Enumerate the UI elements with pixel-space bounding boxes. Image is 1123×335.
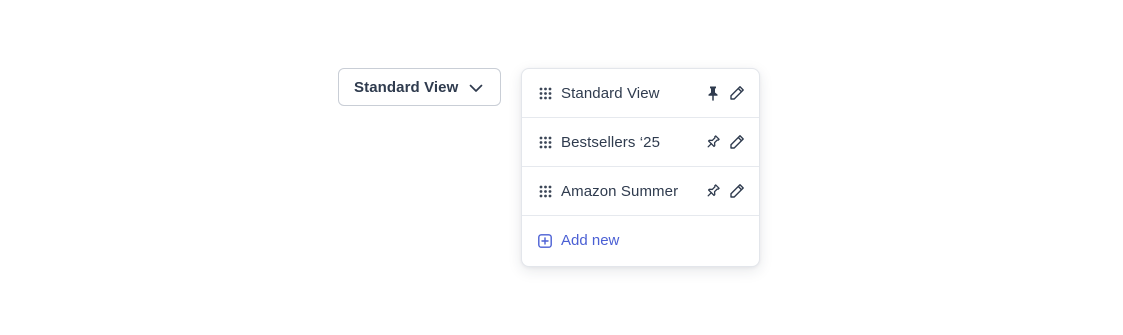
plus-square-icon — [538, 234, 552, 248]
menu-item-standard-view[interactable]: Standard View — [522, 69, 759, 118]
pin-outline-icon[interactable] — [705, 183, 721, 199]
menu-item-label: Bestsellers ‘25 — [561, 133, 661, 151]
pencil-icon[interactable] — [729, 85, 745, 101]
pencil-icon[interactable] — [729, 183, 745, 199]
drag-handle-icon[interactable] — [539, 87, 552, 100]
drag-handle-icon[interactable] — [539, 185, 552, 198]
pin-outline-icon[interactable] — [705, 134, 721, 150]
add-new-view-button[interactable]: Add new — [522, 216, 759, 265]
menu-item-bestsellers[interactable]: Bestsellers ‘25 — [522, 118, 759, 167]
page: Standard View Standard View Bestsellers … — [0, 0, 1123, 335]
pencil-icon[interactable] — [729, 134, 745, 150]
chevron-down-icon — [469, 82, 483, 94]
add-new-label: Add new — [561, 232, 620, 249]
pin-filled-icon[interactable] — [705, 85, 721, 101]
views-dropdown-menu: Standard View Bestsellers ‘25 Amazon Sum… — [521, 68, 760, 267]
view-selector-button[interactable]: Standard View — [338, 68, 501, 106]
menu-item-label: Amazon Summer — [561, 182, 679, 200]
menu-item-label: Standard View — [561, 84, 660, 102]
menu-item-amazon-summer[interactable]: Amazon Summer — [522, 167, 759, 216]
drag-handle-icon[interactable] — [539, 136, 552, 149]
view-selector-label: Standard View — [354, 78, 459, 96]
